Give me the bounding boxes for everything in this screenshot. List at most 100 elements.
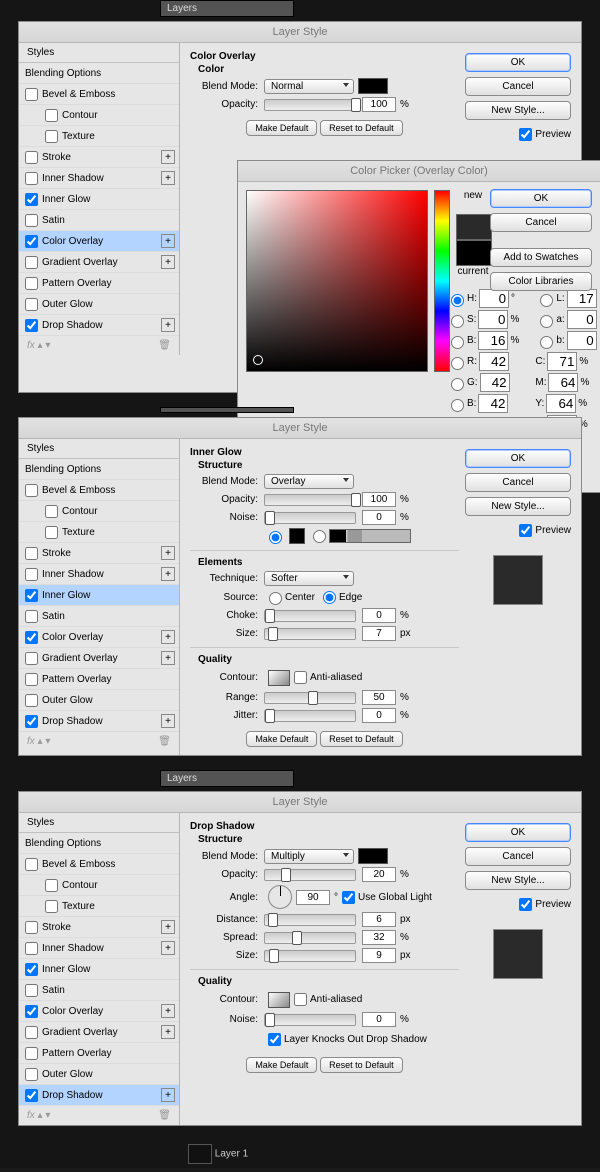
style-item[interactable]: Blending Options [19, 833, 179, 854]
add-fx-icon[interactable]: + [161, 1025, 175, 1039]
slider[interactable] [264, 914, 356, 926]
style-checkbox[interactable] [45, 526, 58, 539]
style-item[interactable]: Color Overlay+ [19, 627, 179, 648]
channel-radio[interactable] [451, 378, 464, 391]
channel-radio[interactable] [540, 315, 553, 328]
style-checkbox[interactable] [25, 484, 38, 497]
channel-input[interactable] [478, 394, 508, 413]
style-checkbox[interactable] [25, 652, 38, 665]
style-checkbox[interactable] [25, 589, 38, 602]
channel-input[interactable] [567, 310, 597, 329]
style-item[interactable]: Satin [19, 980, 179, 1001]
style-item[interactable]: Stroke+ [19, 147, 179, 168]
make-default-button[interactable]: Make Default [246, 1057, 317, 1073]
preview-checkbox[interactable] [519, 898, 532, 911]
preview-checkbox[interactable] [519, 128, 532, 141]
select[interactable]: Multiply [264, 849, 354, 864]
number-input[interactable]: 0 [362, 1012, 396, 1027]
style-checkbox[interactable] [25, 1005, 38, 1018]
style-item[interactable]: Bevel & Emboss [19, 480, 179, 501]
style-item[interactable]: Inner Shadow+ [19, 168, 179, 189]
cancel-button[interactable]: Cancel [465, 473, 571, 492]
slider[interactable] [264, 99, 356, 111]
add-fx-icon[interactable]: + [161, 941, 175, 955]
add-fx-icon[interactable]: + [161, 255, 175, 269]
preview-toggle[interactable]: Preview [465, 521, 571, 540]
reset-default-button[interactable]: Reset to Default [320, 120, 403, 136]
select[interactable]: Normal [264, 79, 354, 94]
number-input[interactable]: 20 [362, 867, 396, 882]
gradient-radio[interactable] [313, 530, 326, 543]
color-radio[interactable] [269, 531, 282, 544]
ok-button[interactable]: OK [465, 823, 571, 842]
style-checkbox[interactable] [25, 88, 38, 101]
color-swatch[interactable] [358, 78, 388, 94]
style-checkbox[interactable] [45, 900, 58, 913]
style-checkbox[interactable] [45, 505, 58, 518]
style-item[interactable]: Inner Shadow+ [19, 564, 179, 585]
style-item[interactable]: Pattern Overlay [19, 669, 179, 690]
number-input[interactable]: 100 [362, 97, 396, 112]
channel-input[interactable] [567, 331, 597, 350]
color-libraries-button[interactable]: Color Libraries [490, 272, 592, 291]
add-fx-icon[interactable]: + [161, 1088, 175, 1102]
ok-button[interactable]: OK [465, 53, 571, 72]
shadow-color-swatch[interactable] [358, 848, 388, 864]
antialiased-checkbox[interactable] [294, 993, 307, 1006]
add-fx-icon[interactable]: + [161, 150, 175, 164]
add-fx-icon[interactable]: + [161, 630, 175, 644]
style-item[interactable]: Stroke+ [19, 917, 179, 938]
number-input[interactable]: 0 [362, 510, 396, 525]
style-checkbox[interactable] [25, 694, 38, 707]
channel-input[interactable] [546, 394, 576, 413]
add-fx-icon[interactable]: + [161, 234, 175, 248]
style-item[interactable]: Inner Shadow+ [19, 938, 179, 959]
channel-radio[interactable] [451, 357, 464, 370]
channel-input[interactable] [567, 289, 597, 308]
style-item[interactable]: Inner Glow [19, 585, 179, 606]
style-item[interactable]: Bevel & Emboss [19, 854, 179, 875]
style-item[interactable]: Pattern Overlay [19, 273, 179, 294]
style-checkbox[interactable] [25, 235, 38, 248]
style-item[interactable]: Color Overlay+ [19, 231, 179, 252]
global-light-checkbox[interactable] [342, 891, 355, 904]
add-fx-icon[interactable]: + [161, 920, 175, 934]
new-style-button[interactable]: New Style... [465, 101, 571, 120]
picker-cancel-button[interactable]: Cancel [490, 213, 592, 232]
preview-toggle[interactable]: Preview [465, 125, 571, 144]
style-checkbox[interactable] [25, 568, 38, 581]
make-default-button[interactable]: Make Default [246, 731, 317, 747]
style-checkbox[interactable] [25, 151, 38, 164]
new-color[interactable] [456, 214, 492, 240]
style-checkbox[interactable] [25, 673, 38, 686]
style-checkbox[interactable] [25, 256, 38, 269]
style-checkbox[interactable] [45, 879, 58, 892]
style-checkbox[interactable] [25, 715, 38, 728]
add-swatches-button[interactable]: Add to Swatches [490, 248, 592, 267]
style-item[interactable]: Inner Glow [19, 189, 179, 210]
style-checkbox[interactable] [25, 298, 38, 311]
style-item[interactable]: Inner Glow [19, 959, 179, 980]
channel-radio[interactable] [451, 315, 464, 328]
angle-dial[interactable] [268, 885, 292, 909]
slider[interactable] [264, 692, 356, 704]
style-item[interactable]: Texture [19, 896, 179, 917]
style-item[interactable]: Blending Options [19, 459, 179, 480]
style-item[interactable]: Gradient Overlay+ [19, 648, 179, 669]
style-item[interactable]: Bevel & Emboss [19, 84, 179, 105]
style-checkbox[interactable] [25, 858, 38, 871]
style-checkbox[interactable] [25, 172, 38, 185]
channel-radio[interactable] [451, 336, 464, 349]
style-checkbox[interactable] [25, 547, 38, 560]
style-checkbox[interactable] [25, 984, 38, 997]
add-fx-icon[interactable]: + [161, 1004, 175, 1018]
contour-picker[interactable] [268, 670, 290, 686]
style-checkbox[interactable] [25, 921, 38, 934]
slider[interactable] [264, 494, 356, 506]
picker-ok-button[interactable]: OK [490, 189, 592, 208]
cancel-button[interactable]: Cancel [465, 77, 571, 96]
cancel-button[interactable]: Cancel [465, 847, 571, 866]
style-item[interactable]: Texture [19, 522, 179, 543]
style-checkbox[interactable] [45, 109, 58, 122]
style-item[interactable]: Pattern Overlay [19, 1043, 179, 1064]
